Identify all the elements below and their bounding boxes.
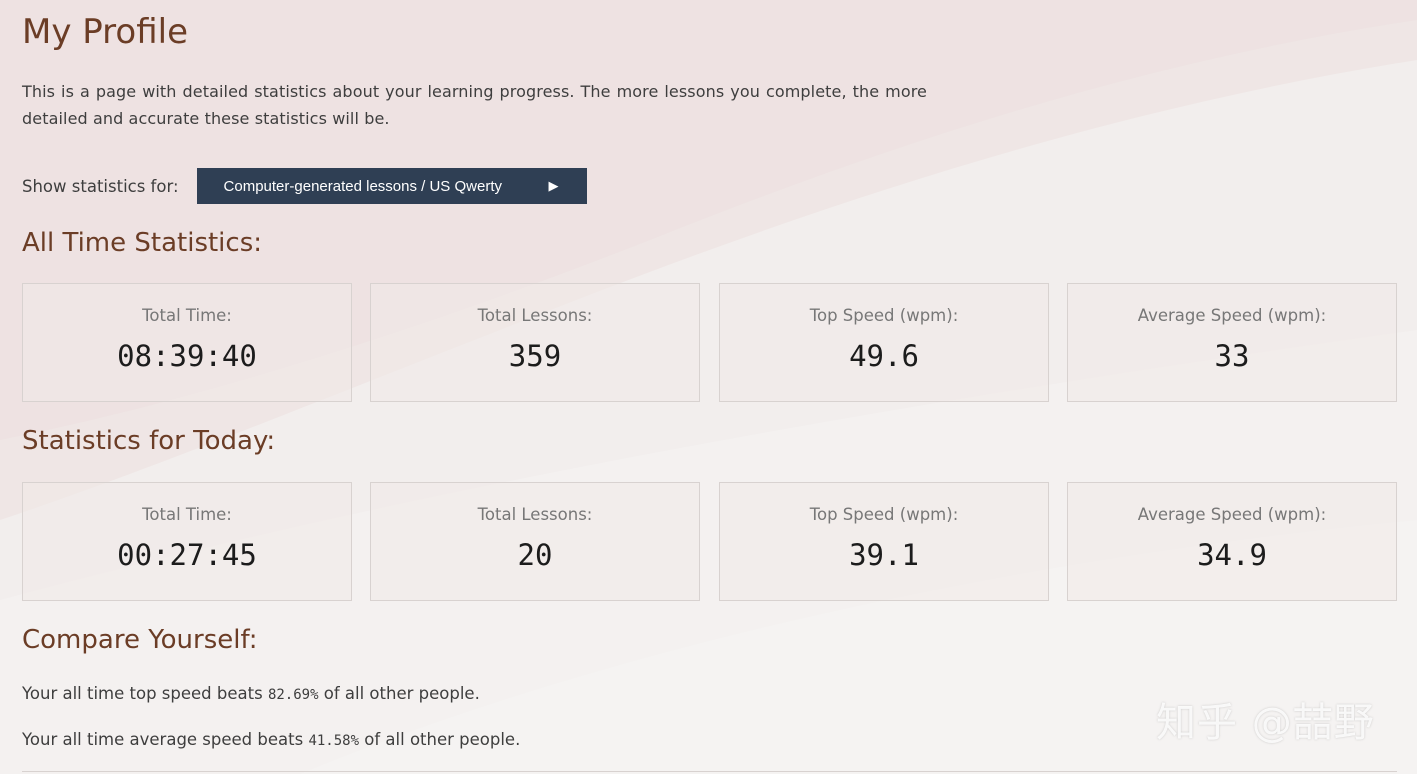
- today-statistics-title: Statistics for Today:: [22, 426, 276, 456]
- average-speed-comparison: Your all time average speed beats 41.58%…: [22, 730, 520, 749]
- all-time-statistics-title: All Time Statistics:: [22, 228, 263, 258]
- card-value: 20: [517, 538, 553, 572]
- card-value: 34.9: [1197, 538, 1267, 572]
- all-time-total-lessons-card: Total Lessons: 359: [370, 283, 700, 402]
- play-icon: ▶: [548, 178, 559, 193]
- all-time-statistics-cards: Total Time: 08:39:40 Total Lessons: 359 …: [22, 283, 1397, 403]
- card-label: Average Speed (wpm):: [1137, 306, 1327, 325]
- all-time-total-time-card: Total Time: 08:39:40: [22, 283, 352, 402]
- profile-page: My Profile This is a page with detailed …: [0, 0, 1417, 774]
- card-value: 49.6: [849, 339, 919, 373]
- statistics-source-selector: Show statistics for: Computer-generated …: [22, 168, 587, 204]
- card-label: Total Time:: [142, 306, 232, 325]
- today-average-speed-card: Average Speed (wpm): 34.9: [1067, 482, 1397, 601]
- card-label: Top Speed (wpm):: [809, 505, 959, 524]
- lesson-source-button[interactable]: Computer-generated lessons / US Qwerty ▶: [196, 168, 587, 204]
- card-label: Total Time:: [142, 505, 232, 524]
- top-speed-comparison: Your all time top speed beats 82.69% of …: [22, 684, 480, 703]
- card-label: Average Speed (wpm):: [1137, 505, 1327, 524]
- card-value: 00:27:45: [117, 538, 257, 572]
- today-statistics-cards: Total Time: 00:27:45 Total Lessons: 20 T…: [22, 482, 1397, 602]
- today-top-speed-card: Top Speed (wpm): 39.1: [719, 482, 1049, 601]
- comparison-prefix: Your all time average speed beats: [22, 730, 309, 749]
- average-speed-percentile: 41.58%: [308, 733, 360, 749]
- top-speed-percentile: 82.69%: [267, 687, 319, 703]
- today-total-lessons-card: Total Lessons: 20: [370, 482, 700, 601]
- lesson-source-button-label: Computer-generated lessons / US Qwerty: [223, 177, 502, 195]
- all-time-top-speed-card: Top Speed (wpm): 49.6: [719, 283, 1049, 402]
- card-label: Top Speed (wpm):: [809, 306, 959, 325]
- card-value: 08:39:40: [117, 339, 257, 373]
- bottom-divider: [22, 771, 1397, 772]
- card-value: 33: [1214, 339, 1250, 373]
- card-label: Total Lessons:: [477, 306, 593, 325]
- all-time-average-speed-card: Average Speed (wpm): 33: [1067, 283, 1397, 402]
- comparison-suffix: of all other people.: [359, 730, 521, 749]
- today-total-time-card: Total Time: 00:27:45: [22, 482, 352, 601]
- page-title: My Profile: [22, 12, 188, 52]
- comparison-prefix: Your all time top speed beats: [22, 684, 268, 703]
- compare-yourself-title: Compare Yourself:: [22, 625, 258, 655]
- card-value: 359: [508, 339, 562, 373]
- intro-text: This is a page with detailed statistics …: [22, 82, 927, 128]
- card-value: 39.1: [849, 538, 919, 572]
- watermark: 知乎 @喆野: [1156, 700, 1375, 746]
- statistics-source-label: Show statistics for:: [22, 176, 179, 196]
- card-label: Total Lessons:: [477, 505, 593, 524]
- comparison-suffix: of all other people.: [318, 684, 480, 703]
